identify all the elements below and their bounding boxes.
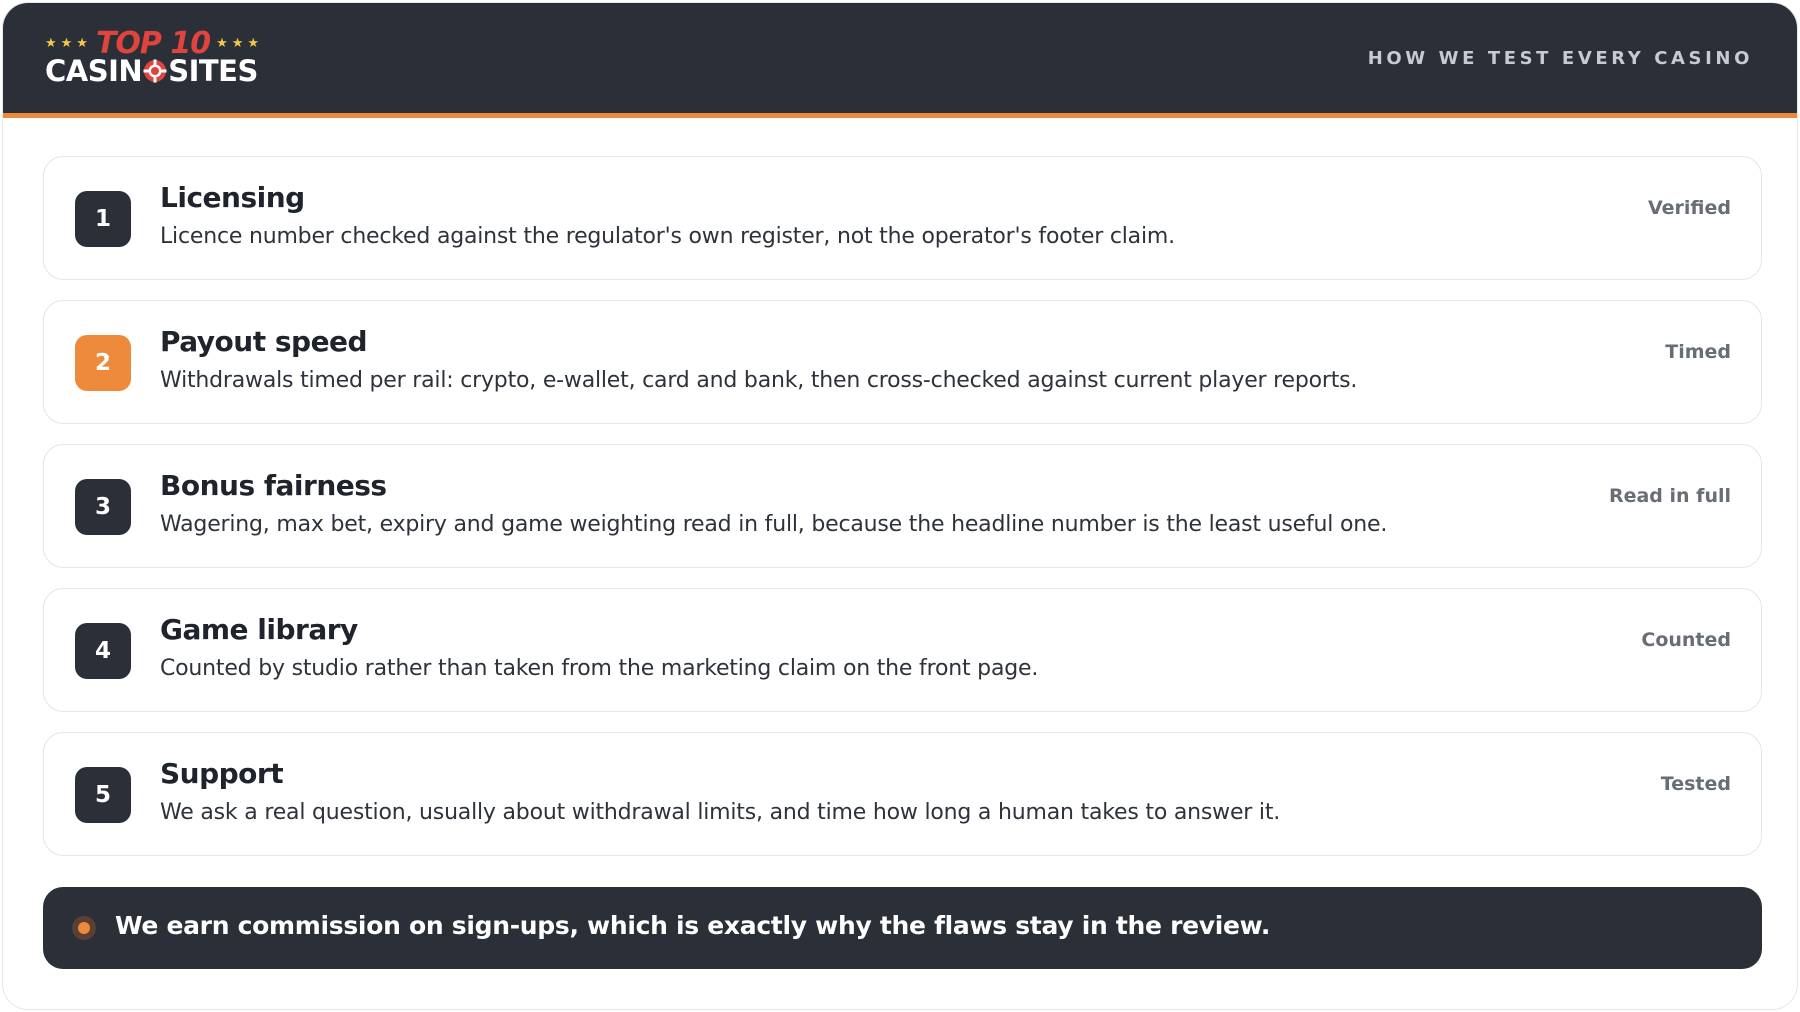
step-status: Verified bbox=[1647, 197, 1731, 219]
step-description: Wagering, max bet, expiry and game weigh… bbox=[160, 512, 1388, 537]
step-title: Bonus fairness bbox=[160, 469, 387, 502]
status-dot-icon bbox=[72, 916, 96, 940]
site-header: ★★★ TOP 10 ★★★ CASIN SITES HOW WE TEST E… bbox=[3, 3, 1797, 118]
step-status: Counted bbox=[1641, 629, 1731, 651]
step-card-payout-speed: 2 Payout speed Withdrawals timed per rai… bbox=[43, 300, 1762, 424]
step-number-badge: 5 bbox=[75, 767, 131, 823]
logo-wordmark: CASIN SITES bbox=[45, 56, 285, 86]
step-description: Licence number checked against the regul… bbox=[160, 224, 1175, 249]
step-number-badge: 1 bbox=[75, 191, 131, 247]
step-card-game-library: 4 Game library Counted by studio rather … bbox=[43, 588, 1762, 712]
step-card-support: 5 Support We ask a real question, usuall… bbox=[43, 732, 1762, 856]
logo-word-sites: SITES bbox=[168, 54, 258, 88]
step-number-badge: 4 bbox=[75, 623, 131, 679]
step-title: Payout speed bbox=[160, 325, 368, 358]
casino-chip-icon bbox=[143, 59, 167, 83]
step-description: Withdrawals timed per rail: crypto, e-wa… bbox=[160, 368, 1358, 393]
disclosure-text: We earn commission on sign-ups, which is… bbox=[115, 911, 1271, 940]
commission-disclosure-banner: We earn commission on sign-ups, which is… bbox=[43, 887, 1762, 969]
step-title: Licensing bbox=[160, 181, 305, 214]
step-title: Support bbox=[160, 757, 284, 790]
step-card-licensing: 1 Licensing Licence number checked again… bbox=[43, 156, 1762, 280]
step-title: Game library bbox=[160, 613, 358, 646]
step-status: Timed bbox=[1665, 341, 1731, 363]
header-nav-label[interactable]: HOW WE TEST EVERY CASINO bbox=[1368, 48, 1753, 69]
step-card-bonus-fairness: 3 Bonus fairness Wagering, max bet, expi… bbox=[43, 444, 1762, 568]
step-status: Read in full bbox=[1608, 485, 1731, 507]
step-description: We ask a real question, usually about wi… bbox=[160, 800, 1281, 825]
page-frame: ★★★ TOP 10 ★★★ CASIN SITES HOW WE TEST E… bbox=[2, 2, 1798, 1010]
step-status: Tested bbox=[1660, 773, 1731, 795]
step-description: Counted by studio rather than taken from… bbox=[160, 656, 1039, 681]
step-number-badge: 2 bbox=[75, 335, 131, 391]
logo-word-casino: CASIN bbox=[45, 54, 143, 88]
test-steps-list: 1 Licensing Licence number checked again… bbox=[43, 156, 1762, 876]
step-number-badge: 3 bbox=[75, 479, 131, 535]
site-logo[interactable]: ★★★ TOP 10 ★★★ CASIN SITES bbox=[45, 29, 285, 89]
